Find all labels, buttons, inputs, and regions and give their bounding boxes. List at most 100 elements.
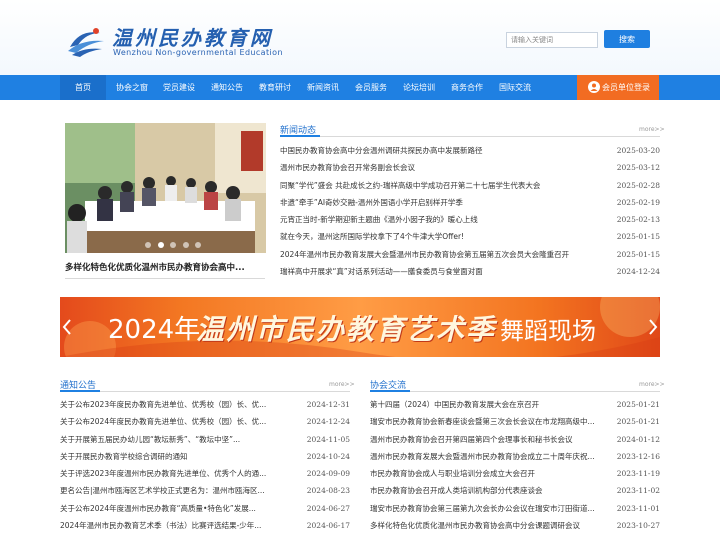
slideshow-dots: [145, 241, 205, 250]
list-item-date: 2025-01-15: [616, 249, 660, 259]
search-input[interactable]: [506, 32, 598, 48]
list-item-title[interactable]: 瑞祥高中开展求“真”对话系列活动——膳食委员与食堂面对面: [280, 263, 610, 280]
list-item-date: 2025-03-12: [616, 163, 660, 173]
nav-item-international[interactable]: 国际交流: [492, 75, 538, 100]
list-item[interactable]: 瑞安市民办教育协会新春座谈会暨第三次会长会议在市龙翔高级中... 2025-01-…: [370, 413, 660, 430]
notices-more-link[interactable]: more>>: [329, 381, 355, 388]
list-item-title[interactable]: 市民办教育协会召开成人类培训机构部分代表座谈会: [370, 482, 610, 499]
list-item[interactable]: 多样化特色化优质化温州市民办教育协会高中分会课题调研会议 2023-10-27: [370, 517, 660, 534]
chevron-right-icon[interactable]: [648, 319, 658, 335]
slide-dot[interactable]: [170, 242, 177, 248]
list-item[interactable]: 2024年温州市民办教育艺术季（书法）比赛评选结果-少年... 2024-06-1…: [60, 517, 350, 534]
banner-subtitle: 舞蹈现场: [500, 317, 596, 345]
list-item-title[interactable]: 第十四届（2024）中国民办教育发展大会在京召开: [370, 396, 610, 413]
list-item[interactable]: 关于公布2024年度民办教育先进单位、优秀校（园）长、优... 2024-12-2…: [60, 413, 350, 430]
meeting-photo-image: [65, 123, 266, 253]
list-item-date: 2024-11-05: [306, 434, 350, 444]
chevron-left-icon[interactable]: [62, 319, 72, 335]
list-item-date: 2025-01-15: [616, 232, 660, 242]
list-item[interactable]: 同聚“学代”盛会 共赴成长之约-瑞祥高级中学成功召开第二十七届学生代表大会 202…: [280, 177, 660, 194]
nav-item-business[interactable]: 商务合作: [444, 75, 490, 100]
list-item-date: 2023-12-16: [616, 451, 660, 461]
site-title[interactable]: 温州民办教育网: [112, 22, 273, 51]
search-button[interactable]: 搜索: [604, 30, 650, 48]
list-item-date: 2025-03-20: [616, 146, 660, 155]
list-item-title[interactable]: 关于公布2024年度民办教育先进单位、优秀校（园）长、优...: [60, 413, 300, 430]
logo-icon[interactable]: [66, 25, 106, 57]
exchange-list: 第十四届（2024）中国民办教育发展大会在京召开 2025-01-21 瑞安市民办教…: [370, 396, 660, 534]
list-item[interactable]: 市民办教育协会成人与职业培训分会成立大会召开 2023-11-19: [370, 465, 660, 482]
list-item-date: 2025-02-13: [616, 215, 660, 225]
list-item-title[interactable]: 瑞安市民办教育协会新春座谈会暨第三次会长会议在市龙翔高级中...: [370, 413, 610, 430]
list-item-title[interactable]: 更名公告|温州市瓯海区艺术学校正式更名为：温州市瓯海区...: [60, 482, 300, 499]
nav-item-research[interactable]: 教育研讨: [252, 75, 298, 100]
list-item-title[interactable]: 温州市民办教育协会召开第四届第四个会理事长和秘书长会议: [370, 431, 610, 448]
exchange-more-link[interactable]: more>>: [639, 381, 665, 388]
list-item-title[interactable]: 2024年温州市民办教育艺术季（书法）比赛评选结果-少年...: [60, 517, 300, 534]
member-login-button[interactable]: 会员单位登录: [577, 75, 659, 100]
list-item[interactable]: 关于评选2023年度温州市民办教育先进单位、优秀个人的通... 2024-09-0…: [60, 465, 350, 482]
list-item-title[interactable]: 关于公布2023年度民办教育先进单位、优秀校（园）长、优...: [60, 396, 300, 413]
list-item-title[interactable]: 关于评选2023年度温州市民办教育先进单位、优秀个人的通...: [60, 465, 300, 482]
list-item[interactable]: 第十四届（2024）中国民办教育发展大会在京召开 2025-01-21: [370, 396, 660, 413]
art-season-banner[interactable]: 2024年 温州市民办教育艺术季 舞蹈现场: [60, 297, 660, 357]
list-item[interactable]: 温州市民办教育协会召开常务副会长会议 2025-03-12: [280, 159, 660, 176]
slide-dot[interactable]: [145, 242, 151, 248]
list-item-title[interactable]: 市民办教育协会成人与职业培训分会成立大会召开: [370, 465, 610, 482]
list-item-date: 2023-11-02: [616, 486, 660, 496]
notices-list: 关于公布2023年度民办教育先进单位、优秀校（园）长、优... 2024-12-3…: [60, 396, 350, 534]
list-item-title[interactable]: 中国民办教育协会高中分会温州调研共探民办高中发展新路径: [280, 142, 610, 159]
slide-dot[interactable]: [182, 242, 189, 248]
list-item-title[interactable]: 温州市民办教育发展大会暨温州市民办教育协会成立二十周年庆祝...: [370, 448, 610, 465]
list-item-title[interactable]: 非遗“牵手”AI奇妙交融-温州外国语小学开启别样开学季: [280, 194, 610, 211]
list-item-date: 2023-11-01: [616, 503, 660, 513]
list-item-date: 2023-10-27: [616, 521, 660, 531]
list-item[interactable]: 元宵正当时-新学期迎新主题曲《温外小囡子我的》暖心上线 2025-02-13: [280, 211, 660, 228]
nav-item-news[interactable]: 新闻资讯: [300, 75, 346, 100]
nav-item-notices[interactable]: 通知公告: [204, 75, 250, 100]
nav-item-home[interactable]: 首页: [60, 75, 106, 100]
list-item[interactable]: 关于开展第五届民办幼儿园“教坛新秀”、“教坛中坚”... 2024-11-05: [60, 431, 350, 448]
feature-photo[interactable]: [65, 123, 266, 253]
nav-item-party[interactable]: 党员建设: [156, 75, 202, 100]
list-item[interactable]: 温州市民办教育协会召开第四届第四个会理事长和秘书长会议 2024-01-12: [370, 431, 660, 448]
list-item[interactable]: 温州市民办教育发展大会暨温州市民办教育协会成立二十周年庆祝... 2023-12-…: [370, 448, 660, 465]
list-item[interactable]: 瑞安市民办教育协会第三届第九次会长办公会议在瑞安市汀田街道... 2023-11-…: [370, 500, 660, 517]
nav-item-member-service[interactable]: 会员服务: [348, 75, 394, 100]
list-item-title[interactable]: 关于开展民办教育学校综合调研的通知: [60, 448, 300, 465]
list-item-date: 2023-11-19: [616, 469, 660, 479]
list-item[interactable]: 瑞祥高中开展求“真”对话系列活动——膳食委员与食堂面对面 2024-12-24: [280, 263, 660, 280]
site-header: 温州民办教育网 Wenzhou Non-governmental Educati…: [0, 0, 720, 75]
list-item-title[interactable]: 2024年温州市民办教育发展大会暨温州市民办教育协会第五届第五次会员大会隆重召开: [280, 246, 610, 263]
nav-item-association[interactable]: 协会之窗: [109, 75, 155, 100]
list-item-date: 2024-12-24: [306, 417, 350, 427]
news-more-link[interactable]: more>>: [639, 126, 665, 133]
list-item[interactable]: 就在今天，温州这所国际学校拿下了4个牛津大学Offer! 2025-01-15: [280, 228, 660, 245]
list-item-title[interactable]: 元宵正当时-新学期迎新主题曲《温外小囡子我的》暖心上线: [280, 211, 610, 228]
list-item-title[interactable]: 就在今天，温州这所国际学校拿下了4个牛津大学Offer!: [280, 228, 610, 245]
list-item-title[interactable]: 关于开展第五届民办幼儿园“教坛新秀”、“教坛中坚”...: [60, 431, 300, 448]
list-item[interactable]: 非遗“牵手”AI奇妙交融-温州外国语小学开启别样开学季 2025-02-19: [280, 194, 660, 211]
list-item[interactable]: 关于开展民办教育学校综合调研的通知 2024-10-24: [60, 448, 350, 465]
list-item[interactable]: 关于公布2023年度民办教育先进单位、优秀校（园）长、优... 2024-12-3…: [60, 396, 350, 413]
list-item-title[interactable]: 同聚“学代”盛会 共赴成长之约-瑞祥高级中学成功召开第二十七届学生代表大会: [280, 177, 610, 194]
list-item-date: 2024-12-31: [306, 400, 350, 409]
banner-title: 温州市民办教育艺术季: [196, 313, 497, 346]
slide-dot-active[interactable]: [157, 242, 164, 248]
nav-item-forum[interactable]: 论坛培训: [396, 75, 442, 100]
list-item[interactable]: 市民办教育协会召开成人类培训机构部分代表座谈会 2023-11-02: [370, 482, 660, 499]
list-item-date: 2025-02-28: [616, 180, 660, 190]
list-item[interactable]: 2024年温州市民办教育发展大会暨温州市民办教育协会第五届第五次会员大会隆重召开…: [280, 246, 660, 263]
list-item[interactable]: 关于公布2024年度温州市民办教育“高质量•特色化”发展... 2024-06-2…: [60, 500, 350, 517]
list-item-title[interactable]: 关于公布2024年度温州市民办教育“高质量•特色化”发展...: [60, 500, 300, 517]
divider: [65, 278, 265, 279]
slide-dot[interactable]: [195, 242, 202, 248]
list-item-title[interactable]: 瑞安市民办教育协会第三届第九次会长办公会议在瑞安市汀田街道...: [370, 500, 610, 517]
feature-caption[interactable]: 多样化特色化优质化温州市民办教育协会高中...: [65, 261, 265, 273]
list-item[interactable]: 中国民办教育协会高中分会温州调研共探民办高中发展新路径 2025-03-20: [280, 142, 660, 159]
list-item-title[interactable]: 多样化特色化优质化温州市民办教育协会高中分会课题调研会议: [370, 517, 610, 534]
list-item-date: 2025-01-21: [616, 417, 660, 427]
list-item[interactable]: 更名公告|温州市瓯海区艺术学校正式更名为：温州市瓯海区... 2024-08-23: [60, 482, 350, 499]
news-section-divider: [280, 135, 660, 137]
list-item-title[interactable]: 温州市民办教育协会召开常务副会长会议: [280, 159, 610, 176]
